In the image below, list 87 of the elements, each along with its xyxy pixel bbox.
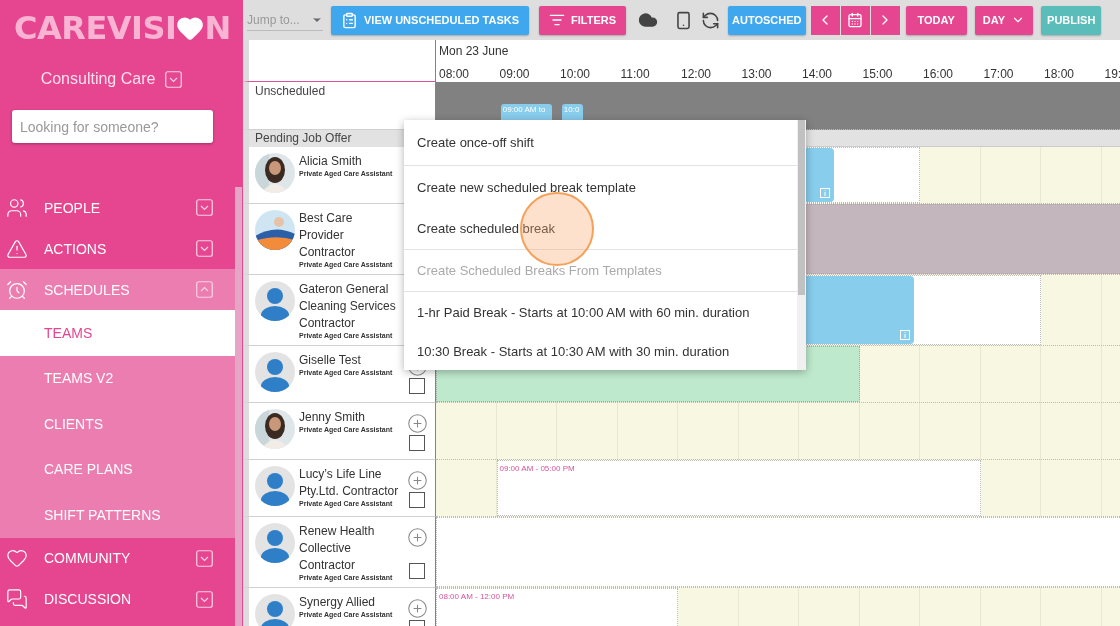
staff-name: Jenny Smith [299,409,367,426]
avatar [255,594,295,626]
hour-label: 10:00 [559,67,592,81]
staff-name: Giselle Test [299,352,362,369]
info-icon [899,330,910,340]
view-unscheduled-button[interactable]: VIEW UNSCHEDULED TASKS [331,5,530,35]
staff-name: Renew Health Collective Contractor [299,523,376,574]
time-range-label: 09:00 AM - 05:00 PM [499,464,575,473]
hour-label: 14:00 [801,67,834,81]
calendar-button[interactable] [840,5,870,35]
hour-label: 16:00 [922,67,955,81]
logo-text: N [204,9,231,47]
staff-name: Best Care Provider Contractor [299,210,357,261]
add-icon[interactable] [406,598,428,619]
nav-item[interactable]: COMMUNITY [0,537,235,579]
nav-subitem[interactable]: CLIENTS [0,401,235,447]
heart-icon [176,14,205,42]
menu-item[interactable]: 10:30 Break - Starts at 10:30 AM with 30 min. duration [404,332,797,370]
checkbox[interactable] [409,563,425,579]
nav-subitem[interactable]: TEAMS [0,310,235,356]
time-range-label: 08:00 AM - 12:00 PM [439,592,515,601]
jump-to-select[interactable]: Jump to... [247,9,323,31]
warning-icon [6,237,28,260]
dropdown-icon[interactable] [165,70,183,88]
filters-button[interactable]: FILTERS [539,5,627,35]
staff-name: Synergy Allied [299,594,377,611]
people-icon [6,196,28,219]
collapse-icon[interactable] [196,281,213,298]
menu-item[interactable]: Create scheduled break [404,208,797,250]
nav-item[interactable]: ACTIONS [0,228,235,269]
expand-icon[interactable] [196,549,213,567]
info-icon [820,188,831,198]
menu-item[interactable]: 1-hr Paid Break - Starts at 10:00 AM with 60 min. duration [404,292,797,332]
avatar [255,281,295,321]
add-icon[interactable] [406,470,428,491]
logo-text: CAREVISI [14,9,177,47]
staff-name: Lucy’s Life Line Pty.Ltd. Contractor [299,466,399,500]
nav-item[interactable]: DISCUSSION [0,578,235,620]
organization-name: Consulting Care [40,70,156,88]
staff-name: Gateron General Cleaning Services Contractor [299,281,397,332]
expand-icon[interactable] [196,590,213,608]
clipboard-icon [341,11,358,29]
avatar [255,352,295,392]
date-label: Mon 23 June [438,44,510,58]
chat-icon [6,588,28,610]
add-icon[interactable] [406,413,428,434]
staff-name: Alicia Smith [299,153,363,170]
available-block[interactable]: 08:00 AM - 12:00 PM [436,588,678,626]
nav-subitem[interactable]: CARE PLANS [0,446,235,492]
today-button[interactable]: TODAY [905,5,967,35]
next-button[interactable] [870,5,900,35]
cloud-icon[interactable] [638,10,659,30]
checkbox[interactable] [409,492,425,508]
menu-item[interactable]: Create new scheduled break template [404,166,797,208]
hour-label: 15:00 [861,67,894,81]
checkbox[interactable] [409,435,425,451]
view-mode-select[interactable]: DAY [974,5,1034,35]
hour-label: 08:00 [438,67,471,81]
nav-item[interactable]: SCHEDULES [0,269,235,310]
autosched-button[interactable]: AUTOSCHED [728,5,806,35]
checkbox[interactable] [409,378,425,394]
hour-label: 12:00 [680,67,713,81]
hour-label: 13:00 [740,67,773,81]
available-block[interactable]: 09:00 AM - 05:00 PM [496,460,981,516]
row-label: Unscheduled [255,84,326,100]
hour-label: 11:00 [619,67,651,81]
heart-icon [6,547,28,569]
filter-icon [549,12,566,28]
avatar [255,466,295,506]
search-field[interactable]: Looking for someone? [12,110,213,143]
calendar-icon [847,12,864,28]
publish-button[interactable]: PUBLISH [1041,5,1102,35]
refresh-icon[interactable] [701,10,721,30]
nav-subitem[interactable]: SHIFT PATTERNS [0,492,235,538]
menu-heading: Create Scheduled Breaks From Templates [404,250,797,292]
avatar [255,523,295,563]
nav-item[interactable]: PEOPLE [0,187,235,228]
hour-label: 18:00 [1043,67,1076,81]
hour-label: 17:00 [982,67,1015,81]
previous-button[interactable] [810,5,840,35]
expand-icon[interactable] [196,199,213,216]
hour-label: 19: [1103,67,1120,81]
add-icon[interactable] [406,527,428,548]
hour-label: 09:00 [498,67,531,81]
expand-icon[interactable] [196,240,213,257]
nav-subitem[interactable]: TEAMS V2 [0,355,235,401]
alarm-clock-icon [6,278,28,301]
